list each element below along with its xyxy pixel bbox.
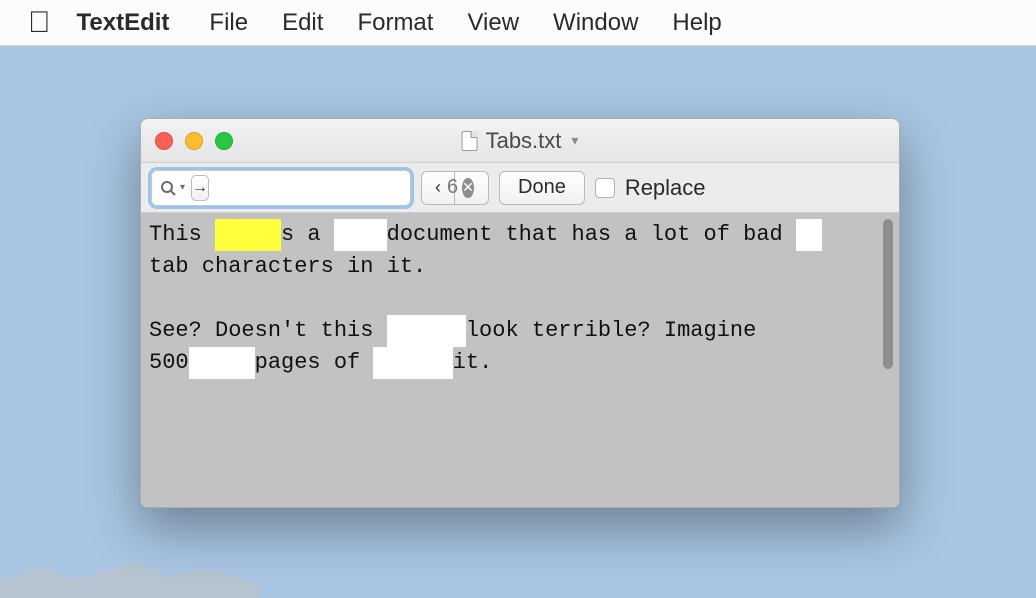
minimize-button[interactable] [185, 132, 203, 150]
menu-bar:  TextEdit File Edit Format View Window … [0, 0, 1036, 46]
zoom-button[interactable] [215, 132, 233, 150]
replace-label: Replace [625, 175, 706, 201]
document-text-area[interactable]: This s a document that has a lot of bad … [141, 213, 899, 507]
textedit-window: Tabs.txt ▾ ▾ → 6 ✕ ‹ › Done Replace This… [140, 118, 900, 508]
menu-view[interactable]: View [467, 9, 519, 37]
title-menu-chevron-icon[interactable]: ▾ [571, 132, 578, 149]
text-run: document that has a lot of bad [387, 222, 796, 247]
title-bar[interactable]: Tabs.txt ▾ [141, 119, 899, 163]
window-title: Tabs.txt [486, 128, 562, 154]
replace-checkbox[interactable] [595, 178, 615, 198]
text-run: This [149, 222, 215, 247]
search-options-chevron-icon[interactable]: ▾ [180, 182, 185, 193]
menu-window[interactable]: Window [553, 9, 638, 37]
app-menu[interactable]: TextEdit [77, 9, 170, 37]
search-icon[interactable] [160, 180, 176, 196]
text-run: pages of [255, 350, 374, 375]
match-highlight [387, 315, 466, 347]
match-highlight [373, 347, 452, 379]
match-count: 6 [447, 176, 458, 199]
text-run: s a [281, 222, 334, 247]
text-run: it. [453, 350, 493, 375]
match-highlight [334, 219, 387, 251]
match-highlight-current [215, 219, 281, 251]
match-highlight [189, 347, 255, 379]
text-run: See? Doesn't this [149, 318, 387, 343]
close-button[interactable] [155, 132, 173, 150]
insert-pattern-button[interactable]: → [191, 175, 209, 201]
menu-edit[interactable]: Edit [282, 9, 323, 37]
text-run: look terrible? Imagine [466, 318, 756, 343]
text-run: 500 [149, 350, 189, 375]
desktop-wallpaper [0, 558, 260, 598]
text-run: tab characters in it. [149, 254, 426, 279]
find-bar: ▾ → 6 ✕ ‹ › Done Replace [141, 163, 899, 213]
menu-file[interactable]: File [209, 9, 248, 37]
done-button[interactable]: Done [499, 171, 585, 205]
search-input[interactable] [215, 171, 447, 205]
match-highlight [796, 219, 822, 251]
document-icon [462, 131, 478, 151]
search-field-container: ▾ → 6 ✕ [151, 170, 411, 206]
apple-menu-icon[interactable]:  [28, 6, 51, 40]
vertical-scrollbar[interactable] [883, 219, 893, 369]
menu-help[interactable]: Help [672, 9, 721, 37]
clear-search-icon[interactable]: ✕ [462, 178, 474, 198]
menu-format[interactable]: Format [357, 9, 433, 37]
